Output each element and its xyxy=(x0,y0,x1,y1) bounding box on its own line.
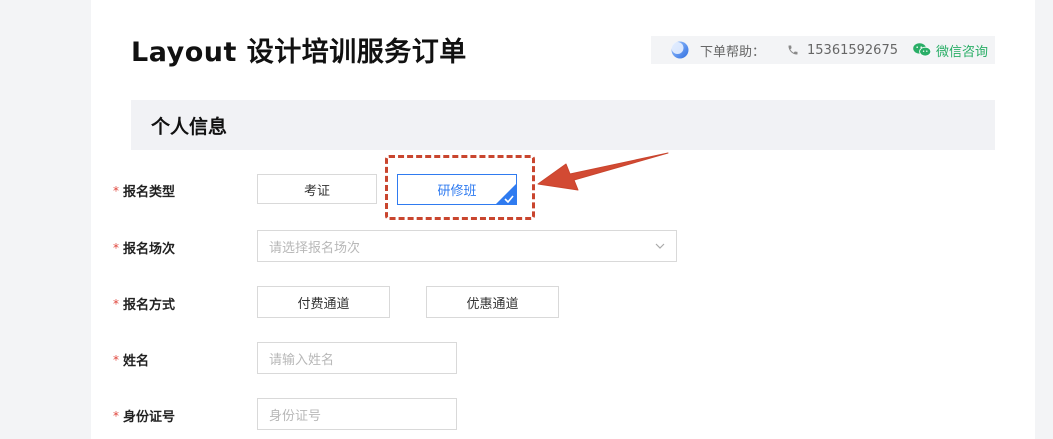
wechat-consult-link[interactable]: 微信咨询 xyxy=(936,41,988,60)
option-label: 付费通道 xyxy=(297,296,350,312)
signup-type-label: * 报名类型 xyxy=(113,181,176,201)
page-title: Layout 设计培训服务订单 xyxy=(131,37,467,68)
option-label: 考证 xyxy=(303,183,330,199)
session-select[interactable]: 请选择报名场次 xyxy=(257,230,677,262)
signup-type-option-exam[interactable]: 考证 xyxy=(257,174,377,204)
section-title: 个人信息 xyxy=(151,115,228,138)
annotation-arrow-icon xyxy=(536,150,672,200)
required-mark: * xyxy=(113,183,119,198)
help-phone-number[interactable]: 15361592675 xyxy=(807,43,898,58)
session-placeholder: 请选择报名场次 xyxy=(269,240,361,256)
help-label: 下单帮助： xyxy=(700,44,766,60)
method-label: * 报名方式 xyxy=(113,294,176,314)
annotation-highlight-box xyxy=(385,155,535,220)
method-label-text: 报名方式 xyxy=(123,298,176,313)
required-mark: * xyxy=(113,240,119,255)
method-option-paid[interactable]: 付费通道 xyxy=(257,286,390,318)
name-label: * 姓名 xyxy=(113,350,150,370)
method-option-discount[interactable]: 优惠通道 xyxy=(426,286,559,318)
option-label: 优惠通道 xyxy=(466,296,519,312)
chevron-down-icon xyxy=(654,240,666,252)
id-number-label: * 身份证号 xyxy=(113,406,176,426)
wechat-icon xyxy=(912,42,932,58)
id-number-label-text: 身份证号 xyxy=(123,410,176,425)
help-bar: 下单帮助： 15361592675 微信咨询 xyxy=(651,36,995,64)
required-mark: * xyxy=(113,408,119,423)
required-mark: * xyxy=(113,352,119,367)
app-logo-icon xyxy=(670,40,690,60)
name-label-text: 姓名 xyxy=(123,354,150,369)
name-input[interactable]: 请输入姓名 xyxy=(257,342,457,374)
signup-type-label-text: 报名类型 xyxy=(123,185,176,200)
name-placeholder: 请输入姓名 xyxy=(269,352,335,368)
session-label: * 报名场次 xyxy=(113,238,176,258)
phone-icon xyxy=(787,44,799,56)
order-card: Layout 设计培训服务订单 下单帮助： 15361592675 微信咨询 个… xyxy=(91,0,1035,439)
section-header-personal-info: 个人信息 xyxy=(131,100,995,150)
required-mark: * xyxy=(113,296,119,311)
id-number-input[interactable]: 身份证号 xyxy=(257,398,457,430)
session-label-text: 报名场次 xyxy=(123,242,176,257)
id-number-placeholder: 身份证号 xyxy=(269,408,322,424)
